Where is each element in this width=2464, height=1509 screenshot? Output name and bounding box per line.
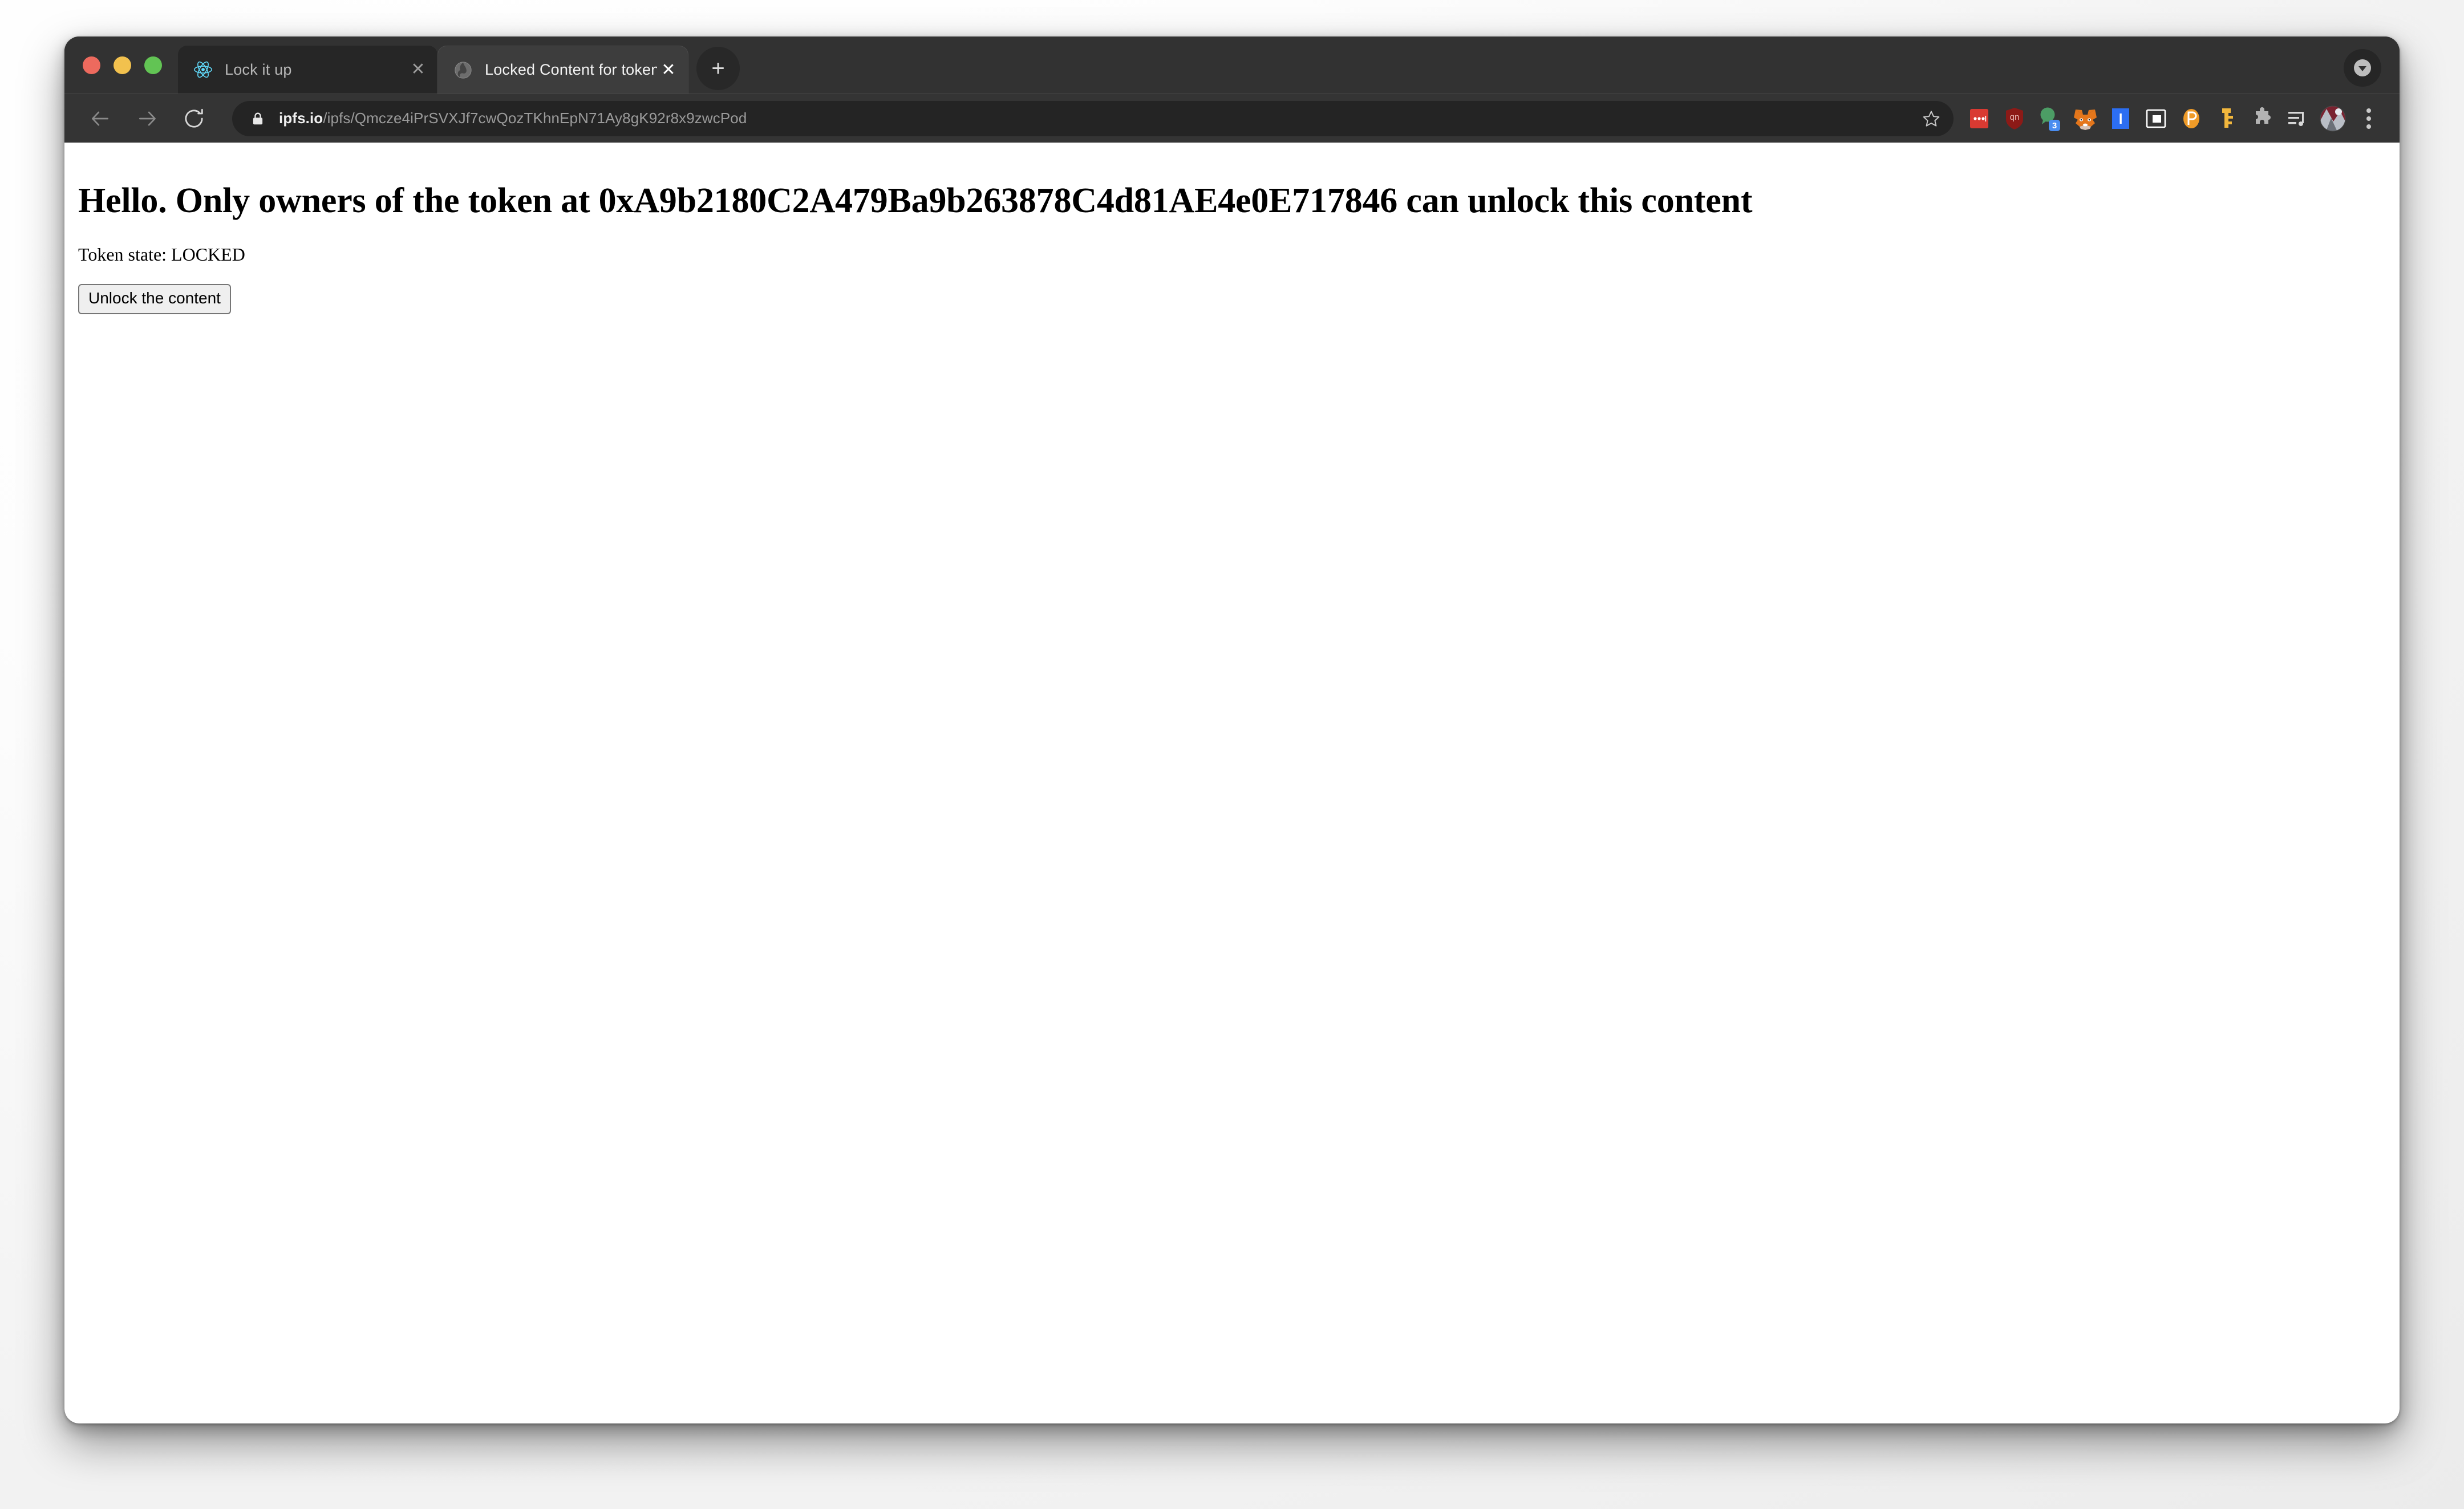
tab-search-button[interactable]	[2344, 49, 2381, 87]
tab-strip: Lock it up ✕ Locked Content for token ho…	[64, 36, 2400, 94]
menu-dot	[2366, 108, 2371, 113]
globe-icon	[453, 60, 473, 80]
browser-window: Lock it up ✕ Locked Content for token ho…	[64, 36, 2400, 1423]
ublock-origin-shield-icon[interactable]: ub	[1997, 100, 2032, 137]
browser-tab-locked-content[interactable]: Locked Content for token holde ✕	[437, 46, 688, 94]
metamask-fox-icon[interactable]	[2068, 100, 2103, 137]
page-title: Hello. Only owners of the token at 0xA9b…	[78, 181, 1753, 220]
address-bar-text: ipfs.io/ipfs/Qmcze4iPrSVXJf7cwQozTKhnEpN…	[279, 109, 1915, 127]
react-icon	[193, 59, 213, 80]
red-dots-extension-icon[interactable]	[1962, 100, 1997, 137]
window-controls	[64, 36, 178, 94]
menu-dot	[2366, 116, 2371, 121]
browser-toolbar: ipfs.io/ipfs/Qmcze4iPrSVXJf7cwQozTKhnEpN…	[64, 94, 2400, 143]
page-content: Hello. Only owners of the token at 0xA9b…	[64, 143, 2400, 328]
new-tab-button[interactable]: +	[696, 47, 740, 90]
forward-button[interactable]	[128, 100, 166, 137]
menu-dot	[2366, 124, 2371, 129]
picture-in-picture-icon[interactable]	[2138, 100, 2174, 137]
lock-icon	[249, 110, 266, 127]
close-tab-button[interactable]: ✕	[657, 59, 680, 82]
browser-tab-lock-it-up[interactable]: Lock it up ✕	[178, 46, 437, 94]
avatar[interactable]	[2315, 100, 2350, 137]
extensions-bar: ub 3	[1962, 100, 2350, 137]
maximize-window-button[interactable]	[144, 56, 162, 74]
unlock-content-button[interactable]: Unlock the content	[78, 283, 231, 314]
bookmark-star-icon[interactable]	[1915, 102, 1948, 135]
close-window-button[interactable]	[83, 56, 100, 74]
pocket-p-icon[interactable]	[2174, 100, 2209, 137]
browser-tab-title: Lock it up	[225, 60, 292, 78]
svg-text:3: 3	[2052, 121, 2057, 131]
tab-list: Lock it up ✕ Locked Content for token ho…	[178, 36, 740, 94]
playlist-music-icon[interactable]	[2280, 100, 2315, 137]
page-viewport: Hello. Only owners of the token at 0xA9b…	[64, 143, 2400, 1423]
svg-text:ub: ub	[2010, 113, 2020, 123]
browser-tab-title: Locked Content for token holde	[485, 61, 657, 78]
minimize-window-button[interactable]	[114, 56, 131, 74]
token-state-text: Token state: LOCKED	[78, 244, 245, 265]
address-bar-path: /ipfs/Qmcze4iPrSVXJf7cwQozTKhnEpN71Ay8gK…	[323, 109, 747, 127]
gold-key-icon[interactable]	[2209, 100, 2244, 137]
address-bar-host: ipfs.io	[279, 109, 323, 127]
back-button[interactable]	[82, 100, 119, 137]
puzzle-piece-extensions-icon[interactable]	[2244, 100, 2280, 137]
address-bar[interactable]: ipfs.io/ipfs/Qmcze4iPrSVXJf7cwQozTKhnEpN…	[232, 100, 1954, 136]
browser-menu-button[interactable]	[2353, 100, 2385, 137]
chevron-down-icon	[2354, 59, 2371, 76]
reload-button[interactable]	[175, 100, 213, 137]
close-tab-button[interactable]: ✕	[407, 58, 429, 81]
grammarly-bubble-icon[interactable]: 3	[2032, 100, 2068, 137]
blue-square-i-icon[interactable]	[2103, 100, 2138, 137]
